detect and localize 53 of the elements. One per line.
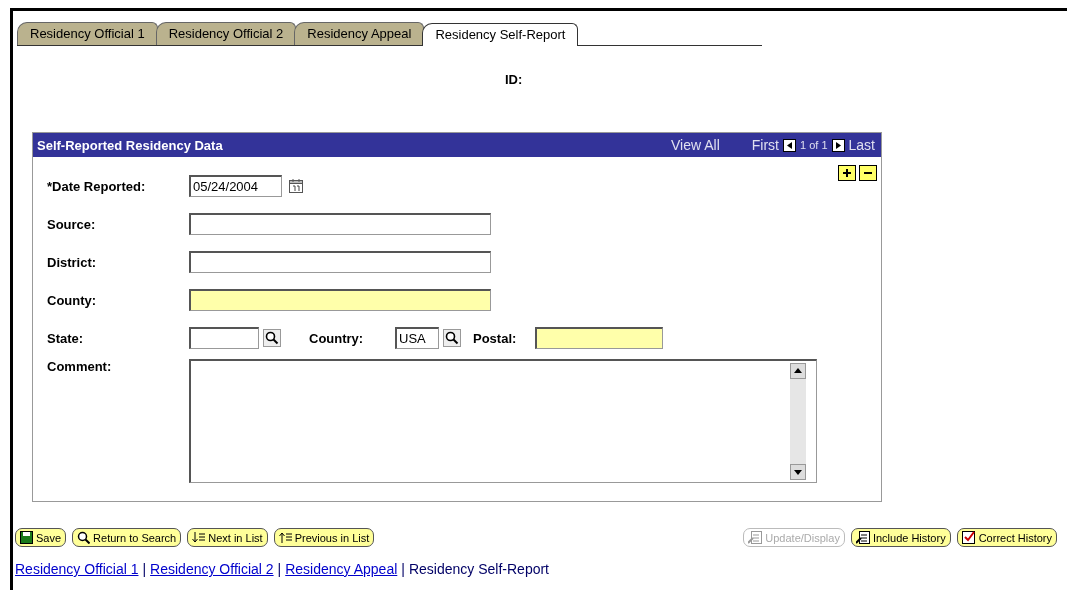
id-label: ID: [505, 72, 523, 87]
scroll-up-icon[interactable] [790, 363, 806, 379]
postal-field[interactable] [535, 327, 663, 349]
calendar-icon[interactable] [288, 178, 304, 194]
field-label: State: [46, 330, 85, 346]
document-pencil-icon [748, 531, 763, 544]
page-link[interactable]: Residency Official 1 [15, 561, 139, 577]
toolbar-button[interactable]: Correct History [956, 528, 1057, 547]
scroll-down-icon[interactable] [790, 464, 806, 480]
comment-field[interactable] [189, 359, 817, 483]
text-field[interactable] [189, 251, 491, 273]
page-tab[interactable]: Residency Official 2 [155, 22, 297, 45]
current-page-label: Residency Self-Report [408, 561, 549, 577]
document-pencil-icon [855, 531, 870, 544]
page-link[interactable]: Residency Appeal [285, 561, 398, 577]
search-icon[interactable] [443, 329, 461, 347]
text-field[interactable] [189, 289, 491, 311]
view-all-link[interactable]: View All [671, 137, 720, 153]
search-icon [77, 531, 91, 544]
field-label: Postal: [473, 330, 518, 346]
delete-row-icon[interactable] [859, 165, 877, 181]
text-field[interactable] [189, 213, 491, 235]
toolbar-button[interactable]: Previous in List [273, 528, 375, 547]
separator: | [401, 561, 405, 577]
down-arrow-list-icon [192, 531, 206, 544]
toolbar-button[interactable]: Include History [850, 528, 951, 547]
page-tab[interactable]: Residency Self-Report [422, 23, 579, 46]
state-field[interactable] [189, 327, 259, 349]
field-label: County: [46, 292, 98, 308]
panel-title: Self-Reported Residency Data [37, 137, 223, 153]
first-link[interactable]: First [751, 137, 779, 153]
up-arrow-list-icon [278, 531, 292, 544]
toolbar-button[interactable]: Next in List [187, 528, 268, 547]
toolbar-button[interactable]: Return to Search [72, 528, 182, 547]
scrollbar[interactable] [790, 363, 806, 480]
page-tab[interactable]: Residency Appeal [294, 22, 425, 45]
search-icon[interactable] [263, 329, 281, 347]
separator: | [277, 561, 282, 577]
add-row-icon[interactable] [838, 165, 856, 181]
last-link[interactable]: Last [848, 137, 875, 153]
page-tab[interactable]: Residency Official 1 [17, 22, 158, 45]
country-field[interactable]: USA [395, 327, 439, 349]
field-label: District: [46, 254, 98, 270]
separator: | [142, 561, 147, 577]
date-field[interactable]: 05/24/2004 [189, 175, 282, 197]
field-label: *Date Reported: [46, 178, 147, 194]
row-count: 1 of 1 [800, 139, 828, 151]
field-label: Source: [46, 216, 97, 232]
document-check-icon [961, 531, 976, 544]
toolbar-button[interactable]: Save [15, 528, 67, 547]
page-link[interactable]: Residency Official 2 [150, 561, 274, 577]
field-label: Country: [309, 330, 365, 346]
field-label: Comment: [46, 359, 113, 374]
